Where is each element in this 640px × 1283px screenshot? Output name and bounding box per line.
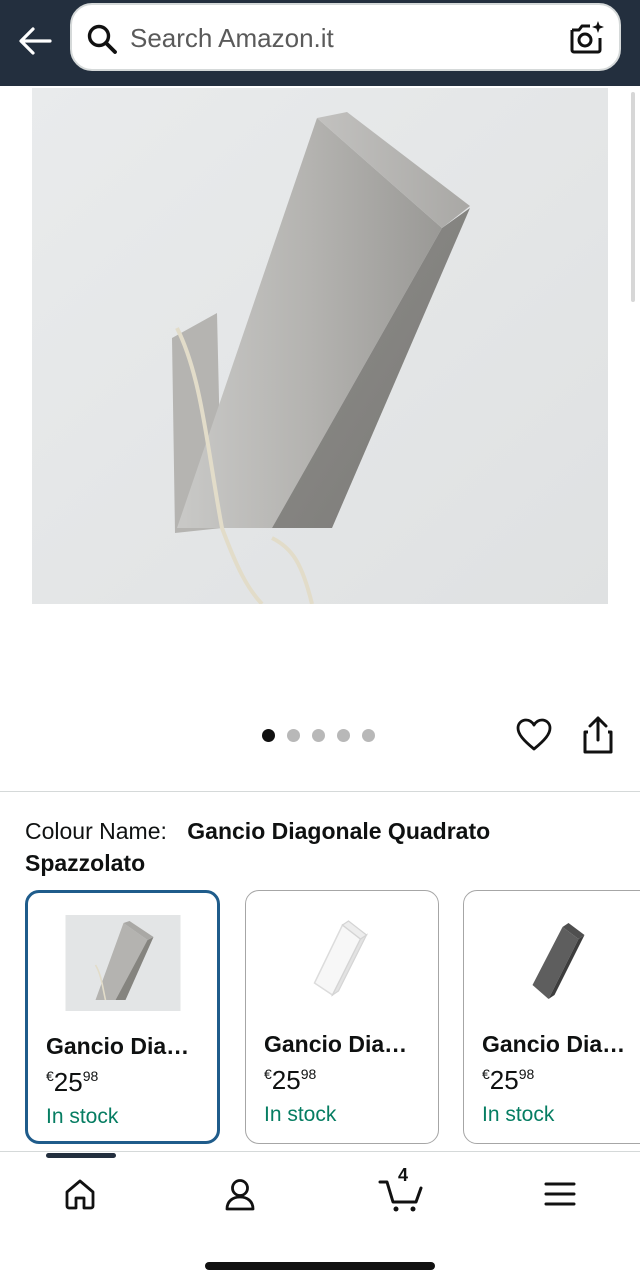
section-divider [0, 791, 640, 792]
home-icon [65, 1179, 95, 1210]
colour-name-row: Colour Name: Gancio Diagonale Quadrato S… [25, 815, 615, 879]
carousel-dot[interactable] [312, 729, 325, 742]
hook-photo [32, 88, 608, 604]
nav-cart[interactable]: 4 [378, 1165, 426, 1216]
menu-icon [544, 1182, 576, 1206]
nav-account[interactable] [218, 1172, 262, 1216]
scrollbar[interactable] [631, 92, 635, 302]
variant-price: €2598 [482, 1065, 535, 1095]
variant-card[interactable]: Gancio Dia… €2598 In stock [245, 890, 439, 1144]
carousel-dot[interactable] [362, 729, 375, 742]
variant-title: Gancio Dia… [46, 1033, 190, 1059]
search-bar[interactable] [70, 3, 621, 71]
variant-thumbnail [313, 920, 369, 997]
nav-menu[interactable] [538, 1172, 582, 1216]
variant-price: €2598 [46, 1067, 99, 1097]
arrow-left-icon [19, 27, 52, 55]
variant-stock: In stock [482, 1103, 555, 1126]
search-icon [87, 24, 117, 54]
share-icon[interactable] [580, 715, 616, 755]
variant-thumbnail [532, 923, 585, 999]
variant-title: Gancio Dia… [264, 1031, 408, 1057]
cart-count-badge: 4 [397, 1165, 408, 1185]
back-button[interactable] [14, 20, 56, 62]
variant-title: Gancio Dia… [482, 1031, 626, 1057]
heart-icon[interactable] [515, 716, 553, 754]
carousel-dot[interactable] [337, 729, 350, 742]
active-tab-indicator [46, 1153, 116, 1158]
product-image[interactable] [32, 88, 608, 604]
home-indicator[interactable] [205, 1262, 435, 1270]
variant-stock: In stock [264, 1103, 337, 1126]
product-page: Colour Name: Gancio Diagonale Quadrato S… [0, 0, 640, 1283]
account-icon [225, 1179, 255, 1211]
nav-home[interactable] [58, 1172, 102, 1216]
variant-stock: In stock [46, 1105, 119, 1128]
variant-price: €2598 [264, 1065, 317, 1095]
variant-card[interactable]: Gancio Dia… €2598 In stock [25, 890, 220, 1144]
variant-card[interactable]: Gancio Dia… €2598 In stock [463, 890, 640, 1144]
variant-thumbnail [65, 915, 180, 1011]
carousel-dots[interactable] [262, 729, 375, 742]
colour-label: Colour Name: [25, 818, 167, 844]
top-header [0, 0, 640, 86]
carousel-dot[interactable] [262, 729, 275, 742]
carousel-dot[interactable] [287, 729, 300, 742]
camera-search-icon[interactable] [567, 19, 605, 57]
search-input[interactable] [130, 19, 550, 57]
